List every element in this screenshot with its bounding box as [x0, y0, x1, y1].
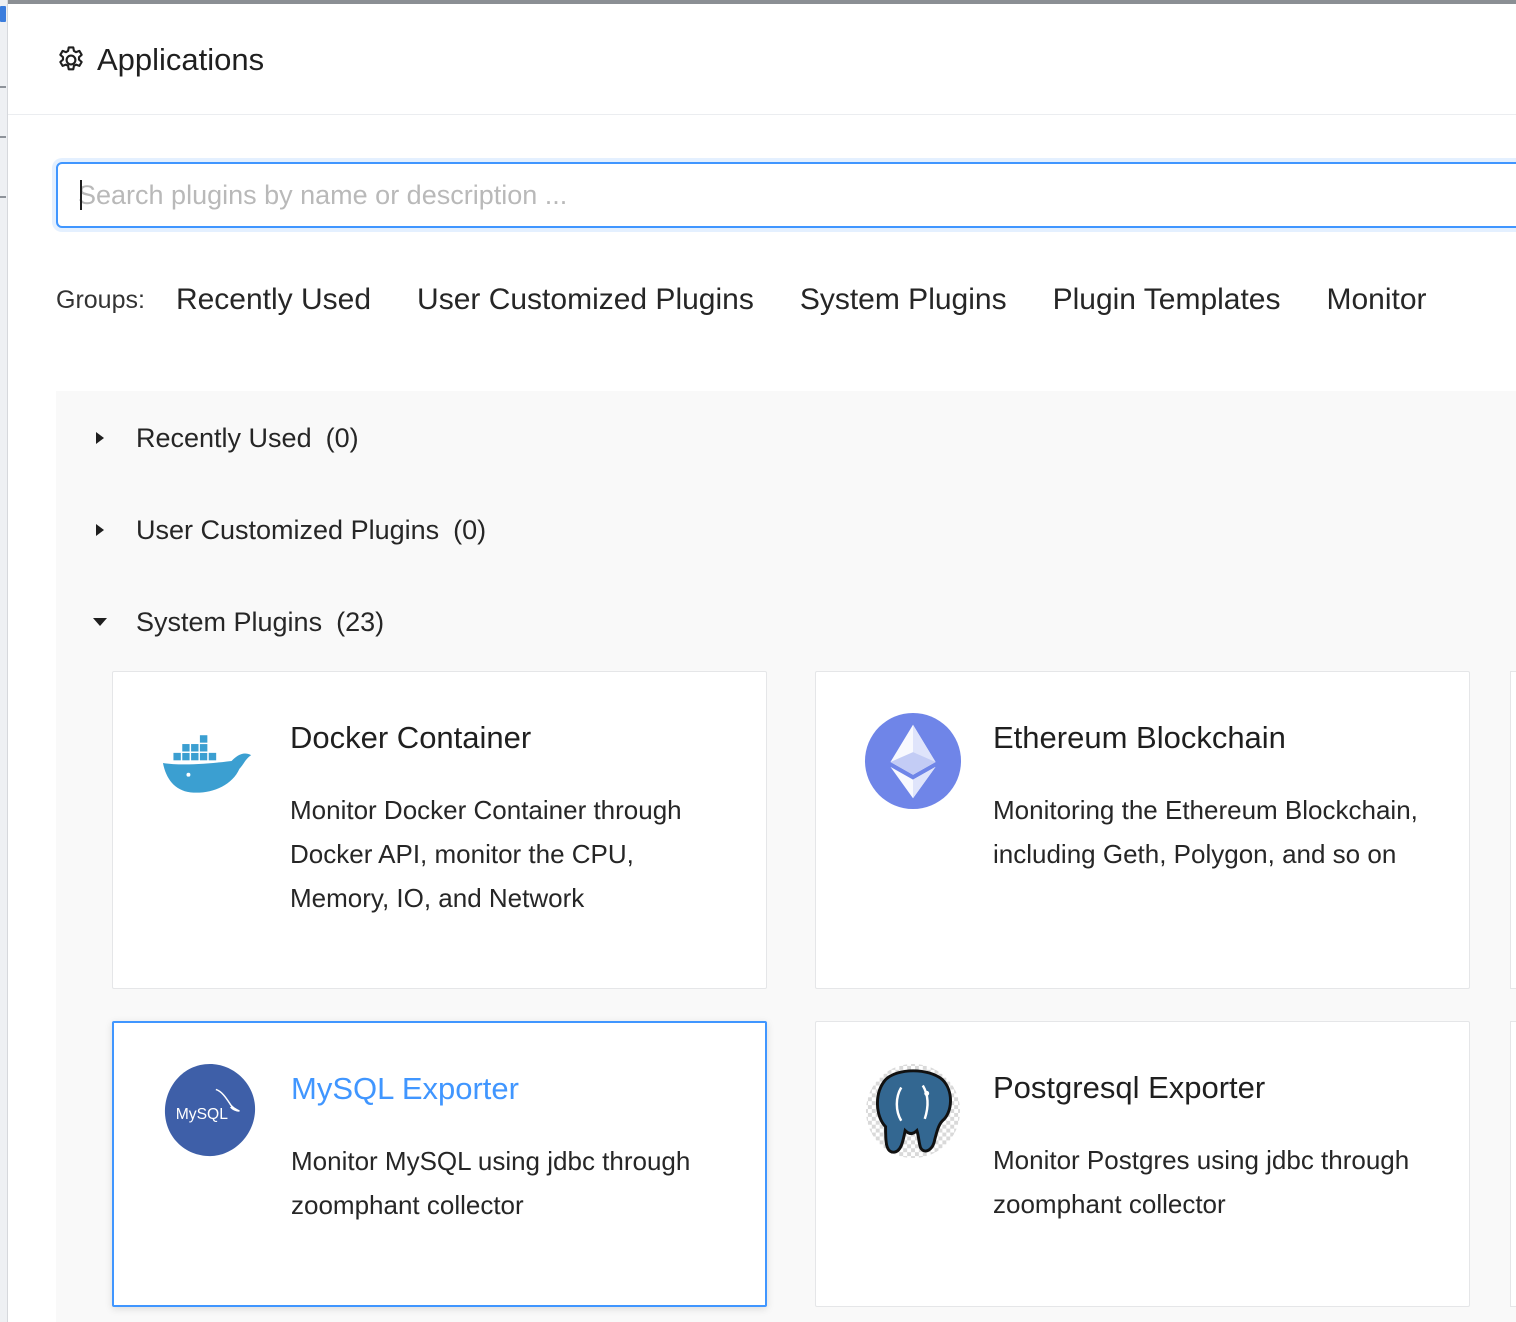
card-title: Ethereum Blockchain [993, 720, 1286, 755]
background-link-mark [0, 6, 6, 22]
group-tag-system-plugins[interactable]: System Plugins [800, 283, 1007, 317]
plugin-list: Recently Used (0) User Customized Plugins… [56, 391, 1516, 1322]
section-title: Recently Used [136, 422, 312, 453]
postgresql-icon [865, 1063, 961, 1159]
group-tag-plugin-templates[interactable]: Plugin Templates [1053, 283, 1281, 317]
applications-panel: Applications Groups: Recently Used User … [8, 4, 1516, 1322]
card-description: Monitor Postgres using jdbc through zoom… [993, 1145, 1410, 1219]
text-caret [80, 180, 82, 210]
caret-right-icon [96, 432, 104, 444]
section-count: (0) [453, 514, 487, 545]
plugin-card-partial[interactable] [1510, 671, 1516, 989]
screen: Applications Groups: Recently Used User … [0, 0, 1516, 1322]
plugin-card-postgresql-exporter[interactable]: Postgresql Exporter Monitor Postgres usi… [815, 1021, 1470, 1307]
caret-right-icon [96, 524, 104, 536]
docker-icon [162, 733, 252, 793]
card-title: Docker Container [290, 720, 532, 755]
group-tag-recently-used[interactable]: Recently Used [176, 283, 371, 317]
plugin-card-ethereum-blockchain[interactable]: Ethereum Blockchain Monitoring the Ether… [815, 671, 1470, 989]
mysql-logo-text: MySQL [176, 1106, 229, 1123]
gear-icon [59, 46, 83, 71]
card-description: Monitoring the Ethereum Blockchain, incl… [993, 795, 1418, 869]
groups-bar: Groups: Recently Used User Customized Pl… [56, 276, 1516, 324]
plugin-card-docker-container[interactable]: Docker Container Monitor Docker Containe… [112, 671, 767, 989]
section-recently-used[interactable]: Recently Used (0) [56, 410, 1516, 466]
section-title: System Plugins [136, 606, 323, 637]
background-divider [0, 196, 6, 198]
background-divider [0, 86, 6, 88]
plugin-card-partial[interactable] [1510, 1021, 1516, 1307]
plugin-card-mysql-exporter[interactable]: MySQL MySQL Exporter Monitor MySQL using… [112, 1021, 767, 1307]
search-input[interactable] [78, 164, 1498, 226]
mysql-icon: MySQL [164, 1063, 256, 1157]
section-user-customized-plugins[interactable]: User Customized Plugins (0) [56, 502, 1516, 558]
group-tag-monitor[interactable]: Monitor [1327, 283, 1427, 317]
card-description: Monitor Docker Container through Docker … [290, 795, 682, 913]
card-title: Postgresql Exporter [993, 1070, 1266, 1105]
ethereum-icon [864, 712, 962, 810]
search-box[interactable] [56, 162, 1516, 228]
section-count: (0) [325, 422, 359, 453]
card-description: Monitor MySQL using jdbc through zoompha… [291, 1146, 691, 1220]
background-divider [0, 136, 6, 138]
caret-down-icon [93, 618, 107, 626]
groups-label: Groups: [56, 285, 145, 314]
section-title: User Customized Plugins [136, 514, 440, 545]
group-tag-user-customized-plugins[interactable]: User Customized Plugins [417, 283, 754, 317]
background-page-edge [0, 0, 8, 1322]
panel-header: Applications [8, 4, 1516, 115]
section-count: (23) [336, 606, 385, 637]
page-title: Applications [97, 42, 265, 77]
section-system-plugins[interactable]: System Plugins (23) [56, 594, 1516, 650]
card-title: MySQL Exporter [291, 1071, 519, 1106]
